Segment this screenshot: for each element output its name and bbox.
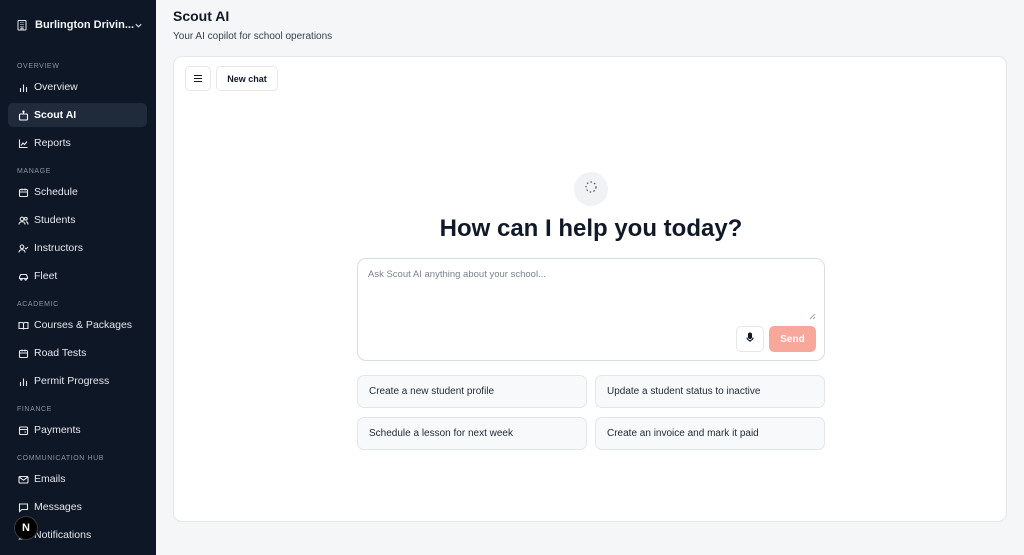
send-button[interactable]: Send [769, 326, 816, 352]
sidebar-item-label: Notifications [34, 529, 92, 541]
dotted-circle-icon [584, 180, 598, 199]
sidebar-item-label: Reports [34, 137, 71, 149]
sidebar-item-payments[interactable]: Payments [8, 418, 147, 442]
sidebar-item-label: Instructors [34, 242, 84, 254]
chat-input[interactable] [368, 269, 816, 317]
sidebar-item-students[interactable]: Students [8, 208, 147, 232]
hero-heading: How can I help you today? [439, 215, 743, 242]
book-open-icon [17, 319, 29, 331]
chevron-down-icon [134, 20, 143, 30]
users-icon [17, 214, 29, 226]
suggestion-update-status[interactable]: Update a student status to inactive [595, 375, 825, 408]
sidebar-item-label: Emails [34, 473, 66, 485]
sidebar-item-label: Overview [34, 81, 78, 93]
sidebar-item-overview[interactable]: Overview [8, 75, 147, 99]
menu-icon [193, 70, 203, 88]
receipt-icon [17, 424, 29, 436]
line-chart-icon [17, 137, 29, 149]
sidebar-item-courses[interactable]: Courses & Packages [8, 313, 147, 337]
org-switcher[interactable]: Burlington Drivin... [8, 10, 148, 40]
sidebar-item-fleet[interactable]: Fleet [8, 264, 147, 288]
sidebar-item-label: Scout AI [34, 109, 77, 121]
calendar-icon [17, 347, 29, 359]
section-communication-hub: COMMUNICATION HUB [17, 455, 105, 462]
chat-panel: New chat How can I help you today? Send … [173, 56, 1007, 522]
bar-chart-icon [17, 81, 29, 93]
sidebar-item-label: Students [34, 214, 76, 226]
menu-button[interactable] [185, 66, 211, 91]
sidebar-item-label: Messages [34, 501, 82, 513]
sidebar-item-road-tests[interactable]: Road Tests [8, 341, 147, 365]
chat-composer: Send [357, 258, 825, 361]
sidebar-item-schedule[interactable]: Schedule [8, 180, 147, 204]
sidebar-item-label: Courses & Packages [34, 319, 133, 331]
resize-handle-icon[interactable] [808, 307, 816, 320]
bar-chart-icon [17, 375, 29, 387]
new-chat-button[interactable]: New chat [216, 66, 278, 91]
org-name: Burlington Drivin... [35, 19, 134, 31]
sidebar-item-instructors[interactable]: Instructors [8, 236, 147, 260]
sidebar-item-label: Road Tests [34, 347, 87, 359]
sidebar-item-emails[interactable]: Emails [8, 467, 147, 491]
sidebar-item-label: Fleet [34, 270, 58, 282]
building-icon [16, 18, 28, 32]
sidebar-item-scout-ai[interactable]: Scout AI [8, 103, 147, 127]
message-square-icon [17, 501, 29, 513]
scout-logo [574, 172, 608, 206]
calendar-icon [17, 186, 29, 198]
mail-icon [17, 473, 29, 485]
user-check-icon [17, 242, 29, 254]
section-academic: ACADEMIC [17, 301, 59, 308]
sidebar: Burlington Drivin... OVERVIEW Overview S… [0, 0, 156, 555]
suggestion-create-student[interactable]: Create a new student profile [357, 375, 587, 408]
suggestion-schedule-lesson[interactable]: Schedule a lesson for next week [357, 417, 587, 450]
section-overview: OVERVIEW [17, 63, 60, 70]
bot-icon [17, 109, 29, 121]
sidebar-item-reports[interactable]: Reports [8, 131, 147, 155]
sidebar-item-permit-progress[interactable]: Permit Progress [8, 369, 147, 393]
section-finance: FINANCE [17, 406, 52, 413]
microphone-icon [745, 330, 755, 348]
sidebar-item-label: Schedule [34, 186, 78, 198]
sidebar-item-label: Payments [34, 424, 81, 436]
sidebar-item-label: Permit Progress [34, 375, 110, 387]
page-title: Scout AI [173, 8, 230, 24]
suggestion-create-invoice[interactable]: Create an invoice and mark it paid [595, 417, 825, 450]
next-devtools-badge[interactable]: N [14, 516, 38, 540]
section-manage: MANAGE [17, 168, 51, 175]
microphone-button[interactable] [736, 326, 764, 352]
page-subtitle: Your AI copilot for school operations [173, 31, 333, 42]
car-icon [17, 270, 29, 282]
